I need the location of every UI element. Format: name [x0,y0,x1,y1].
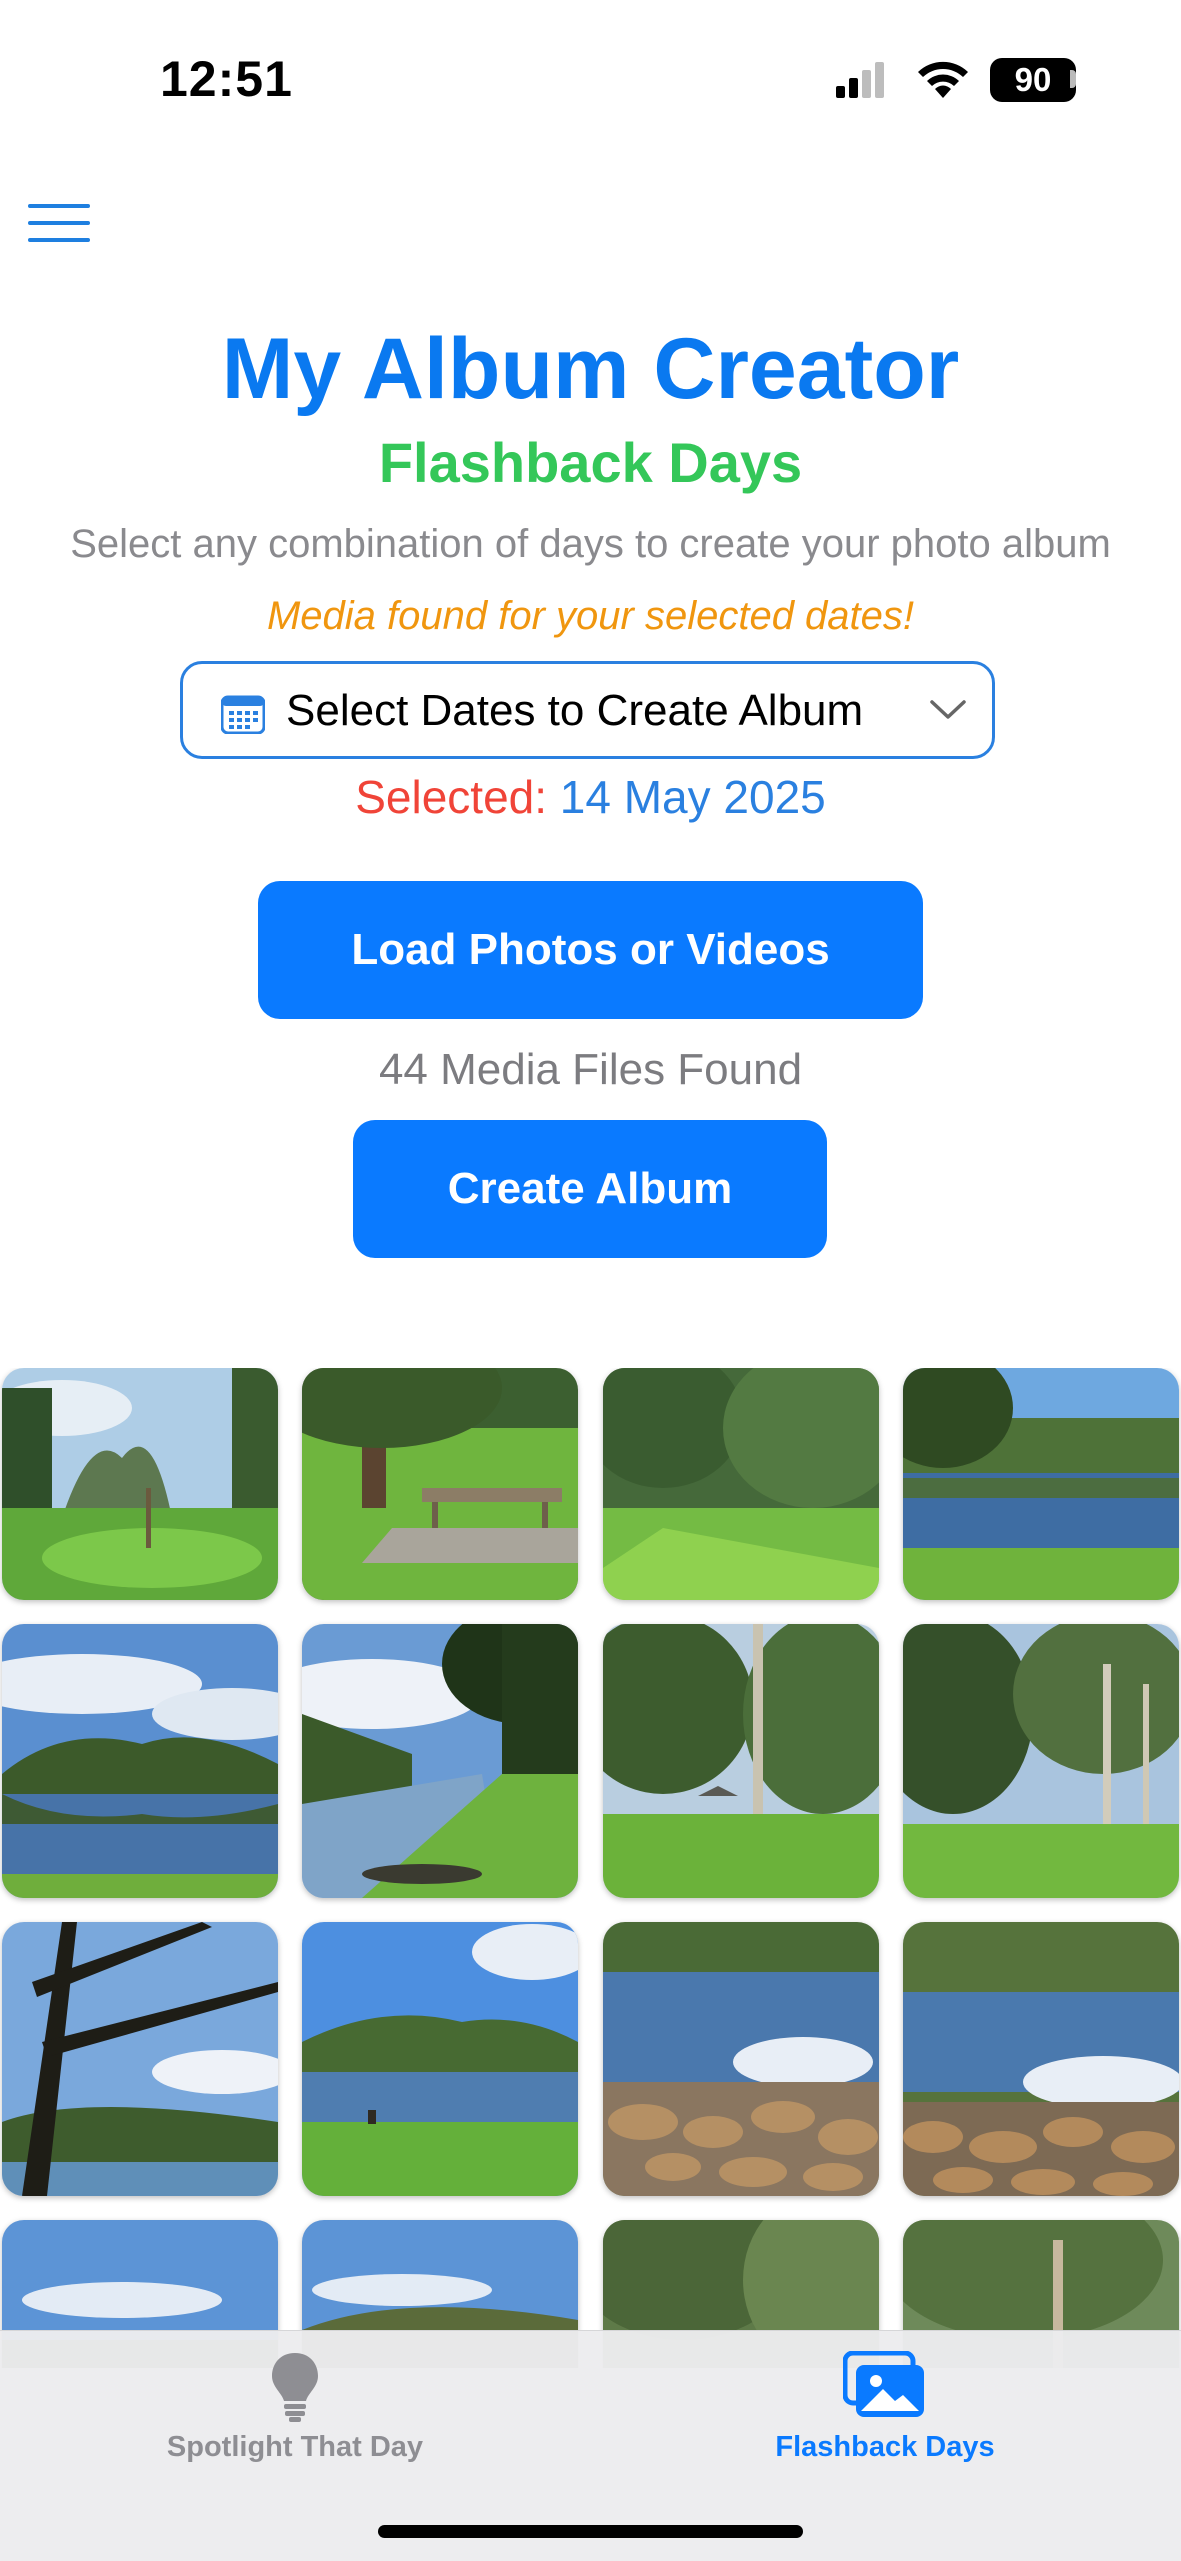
photo-thumbnail[interactable] [903,1624,1179,1898]
photo-thumbnail[interactable] [903,1922,1179,2196]
photo-thumbnail[interactable] [2,1922,278,2196]
status-bar: 12:51 90 [0,0,1181,160]
photo-grid [0,1368,1181,2368]
date-select-label: Select Dates to Create Album [286,686,864,735]
status-time: 12:51 [160,51,293,107]
page-subtitle: Flashback Days [378,431,803,494]
lightbulb-icon [272,2353,318,2422]
photo-thumbnail[interactable] [603,1922,879,2196]
selected-label: Selected: [355,771,548,823]
create-album-button[interactable]: Create Album [353,1120,827,1258]
page-title: My Album Creator [221,321,960,417]
tab-flashback-days[interactable]: Flashback Days [675,2331,1095,2531]
photo-thumbnail[interactable] [603,1624,879,1898]
home-indicator[interactable] [378,2525,803,2538]
date-select-dropdown[interactable]: Select Dates to Create Album [180,661,995,759]
photos-icon [843,2351,924,2417]
tab-label: Flashback Days [775,2431,995,2463]
photo-thumbnail[interactable] [302,1922,578,2196]
battery-tip [1070,70,1076,88]
selected-dates: Selected: 14 May 2025 [0,770,1181,824]
photo-thumbnail[interactable] [302,1368,578,1600]
instructions-text: Select any combination of days to create… [70,522,1111,566]
calendar-icon [221,695,265,734]
photo-thumbnail[interactable] [603,1368,879,1600]
tab-label: Spotlight That Day [166,2431,424,2463]
photo-thumbnail[interactable] [2,1368,278,1600]
photo-thumbnail[interactable] [302,1624,578,1898]
load-media-button[interactable]: Load Photos or Videos [258,881,923,1019]
media-count: 44 Media Files Found [378,1045,803,1094]
chevron-down-icon [930,700,966,719]
cellular-signal-icon [836,62,884,98]
photo-thumbnail[interactable] [2,1624,278,1898]
tab-spotlight-that-day[interactable]: Spotlight That Day [85,2331,505,2531]
media-found-note: Media found for your selected dates! [266,594,915,638]
photo-thumbnail[interactable] [903,1368,1179,1600]
wifi-icon [918,61,968,98]
menu-icon[interactable] [28,200,90,246]
selected-date-value: 14 May 2025 [559,771,826,823]
battery-indicator: 90 [990,58,1076,102]
